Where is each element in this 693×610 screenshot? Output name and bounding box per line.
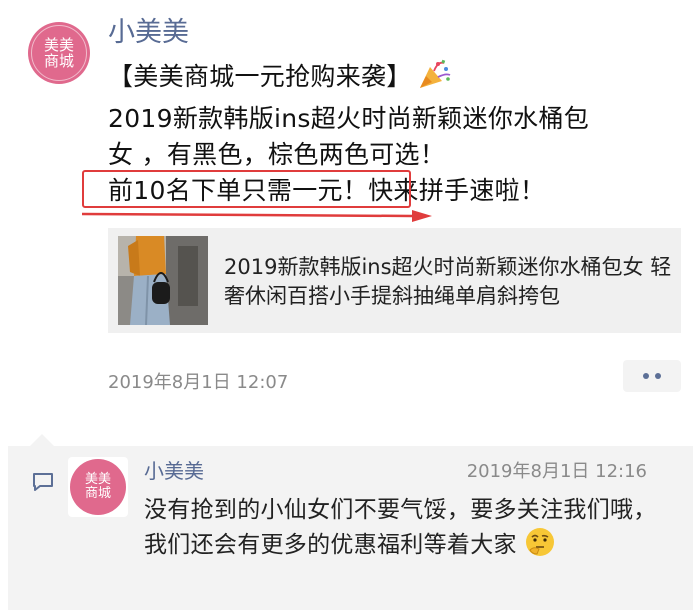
avatar-text-line1: 美美 bbox=[43, 35, 74, 54]
shared-link-card[interactable]: 2019新款韩版ins超火时尚新颖迷你水桶包女 轻奢休闲百搭小手提斜抽绳单肩斜挎… bbox=[108, 228, 681, 333]
party-popper-icon bbox=[419, 59, 451, 88]
avatar-text-line2: 商城 bbox=[43, 52, 74, 70]
avatar-text-line1: 美美 bbox=[84, 471, 111, 487]
post-timestamp: 2019年8月1日 12:07 bbox=[108, 372, 289, 393]
avatar-text-line2: 商城 bbox=[84, 486, 111, 501]
poster-name[interactable]: 小美美 bbox=[108, 10, 189, 49]
red-arrow-annotation bbox=[82, 210, 432, 222]
more-actions-button[interactable] bbox=[623, 360, 681, 392]
poster-avatar[interactable]: 美美 商城 bbox=[28, 22, 90, 84]
comment-bubble-icon bbox=[33, 473, 53, 491]
commenter-avatar[interactable]: 美美 商城 bbox=[70, 459, 126, 515]
thinking-face-emoji bbox=[526, 528, 555, 556]
link-title: 2019新款韩版ins超火时尚新颖迷你水桶包女 轻奢休闲百搭小手提斜抽绳单肩斜挎… bbox=[224, 255, 672, 308]
comment-area-caret bbox=[30, 434, 54, 446]
product-thumbnail bbox=[118, 236, 208, 325]
comment-section: 美美 商城 小美美 2019年8月1日 12:16 没有抢到的小仙女们不要气馁，… bbox=[8, 446, 693, 610]
comment-text: 没有抢到的小仙女们不要气馁，要多关注我们哦，我们还会有更多的优惠福利等着大家 bbox=[144, 497, 657, 558]
more-dot-icon bbox=[643, 373, 649, 379]
post-text-line3: 女 ，有黑色，棕色两色可选！ bbox=[108, 140, 446, 169]
commenter-name[interactable]: 小美美 bbox=[144, 455, 204, 484]
comment-body: 没有抢到的小仙女们不要气馁，要多关注我们哦，我们还会有更多的优惠福利等着大家 bbox=[144, 494, 669, 561]
more-dot-icon bbox=[655, 373, 661, 379]
post-text-line2: 2019新款韩版ins超火时尚新颖迷你水桶包 bbox=[108, 104, 590, 133]
post-headline: 【美美商城一元抢购来袭】 bbox=[108, 62, 412, 91]
post-text-line1: 【美美商城一元抢购来袭】 bbox=[108, 57, 452, 93]
comment-timestamp: 2019年8月1日 12:16 bbox=[466, 461, 647, 482]
red-highlight-box bbox=[82, 170, 411, 208]
